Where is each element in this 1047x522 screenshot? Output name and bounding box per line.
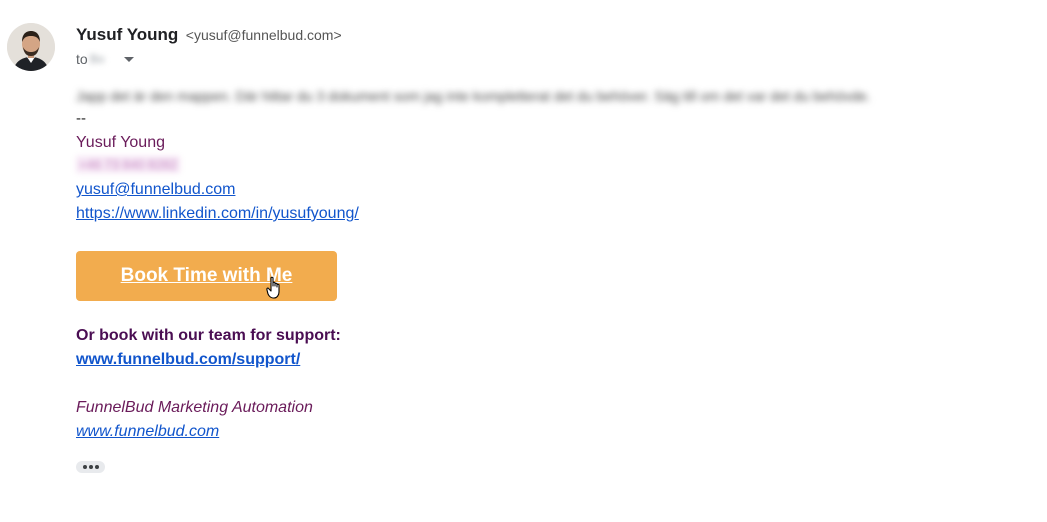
dot bbox=[82, 465, 87, 469]
book-time-button[interactable]: Book Time with Me bbox=[76, 251, 337, 301]
recipient-line: to Bo bbox=[76, 51, 134, 67]
sender-line: Yusuf Young <yusuf@funnelbud.com> bbox=[76, 25, 342, 45]
signature-separator: -- bbox=[76, 110, 86, 127]
hand-cursor-icon bbox=[266, 276, 280, 299]
email-message: Yusuf Young <yusuf@funnelbud.com> to Bo … bbox=[0, 0, 1047, 522]
sender-name[interactable]: Yusuf Young bbox=[76, 25, 178, 44]
to-label: to bbox=[76, 51, 88, 67]
avatar-photo bbox=[7, 23, 55, 71]
company-link[interactable]: www.funnelbud.com bbox=[76, 423, 219, 441]
sender-avatar[interactable] bbox=[7, 23, 55, 71]
signature-phone: +46 73 840 8282 bbox=[76, 156, 180, 173]
sender-email: <yusuf@funnelbud.com> bbox=[185, 27, 342, 43]
dot bbox=[94, 465, 99, 469]
message-body: Japp det är den mappen. Där hittar du 3 … bbox=[76, 88, 871, 104]
support-title: Or book with our team for support: bbox=[76, 327, 341, 344]
recipient-name: Bo bbox=[89, 52, 105, 66]
dot bbox=[88, 465, 93, 469]
company-name: FunnelBud Marketing Automation bbox=[76, 399, 313, 416]
signature-email-link[interactable]: yusuf@funnelbud.com bbox=[76, 181, 235, 199]
linkedin-link[interactable]: https://www.linkedin.com/in/yusufyoung/ bbox=[76, 205, 359, 223]
chevron-down-icon[interactable] bbox=[123, 56, 134, 62]
support-link[interactable]: www.funnelbud.com/support/ bbox=[76, 351, 300, 369]
more-horizontal-icon[interactable] bbox=[76, 461, 105, 473]
signature-name: Yusuf Young bbox=[76, 134, 165, 151]
